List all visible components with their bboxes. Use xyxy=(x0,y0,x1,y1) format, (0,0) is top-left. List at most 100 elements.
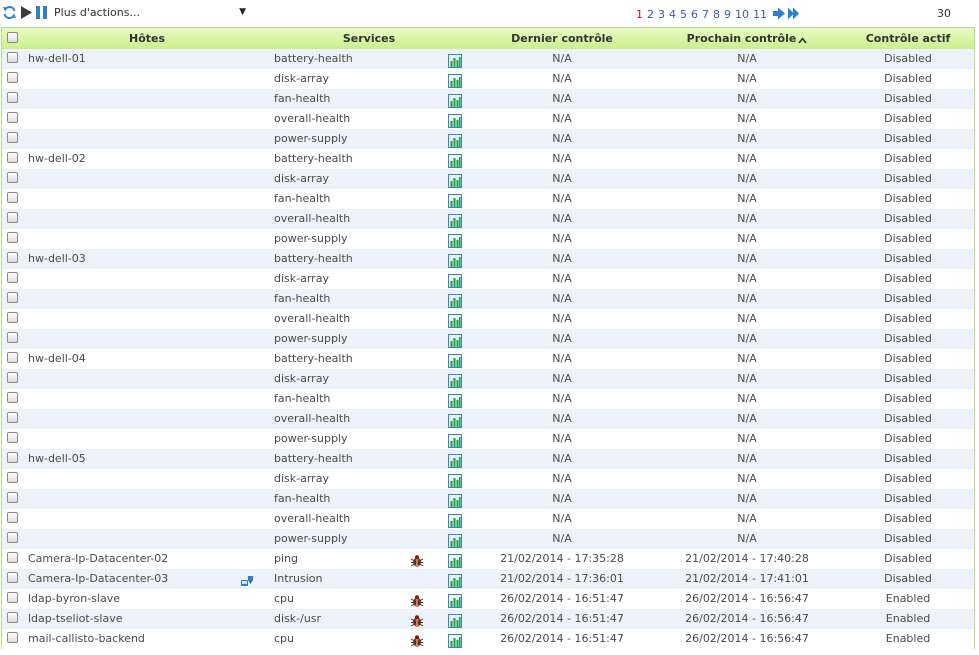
service-name[interactable]: fan-health xyxy=(274,89,330,109)
performance-graph-icon[interactable] xyxy=(448,589,462,609)
service-name[interactable]: disk-array xyxy=(274,269,329,289)
service-name[interactable]: disk-array xyxy=(274,169,329,189)
service-name[interactable]: Intrusion xyxy=(274,569,323,589)
performance-graph-icon[interactable] xyxy=(448,309,462,329)
service-name[interactable]: overall-health xyxy=(274,409,350,429)
acknowledged-bug-icon[interactable] xyxy=(410,629,424,649)
row-checkbox[interactable] xyxy=(7,52,18,63)
table-row[interactable]: ldap-byron-slave cpu 26/02/2014 - 16:51:47… xyxy=(2,589,974,609)
page-link-9[interactable]: 9 xyxy=(724,8,731,21)
host-action-icon[interactable] xyxy=(240,569,254,589)
row-checkbox[interactable] xyxy=(7,152,18,163)
table-row[interactable]: power-supply N/A N/A Disabled xyxy=(2,229,974,249)
page-link-3[interactable]: 3 xyxy=(658,8,665,21)
table-row[interactable]: overall-health N/A N/A Disabled xyxy=(2,509,974,529)
column-header-active-check[interactable]: Contrôle actif xyxy=(859,28,957,49)
host-name[interactable]: Camera-Ip-Datacenter-03 xyxy=(28,569,168,589)
service-name[interactable]: fan-health xyxy=(274,389,330,409)
performance-graph-icon[interactable] xyxy=(448,469,462,489)
more-actions-select[interactable]: Plus d'actions... ▼ xyxy=(52,4,248,21)
service-name[interactable]: battery-health xyxy=(274,149,353,169)
refresh-icon[interactable] xyxy=(2,5,17,20)
performance-graph-icon[interactable] xyxy=(448,89,462,109)
performance-graph-icon[interactable] xyxy=(448,169,462,189)
service-name[interactable]: cpu xyxy=(274,629,294,649)
performance-graph-icon[interactable] xyxy=(448,329,462,349)
last-page-icon[interactable] xyxy=(787,7,801,24)
service-name[interactable]: power-supply xyxy=(274,329,348,349)
next-page-icon[interactable] xyxy=(772,7,786,24)
row-checkbox[interactable] xyxy=(7,472,18,483)
row-checkbox[interactable] xyxy=(7,552,18,563)
acknowledged-bug-icon[interactable] xyxy=(410,589,424,609)
service-name[interactable]: disk-array xyxy=(274,469,329,489)
row-checkbox[interactable] xyxy=(7,452,18,463)
service-name[interactable]: disk-array xyxy=(274,369,329,389)
table-row[interactable]: disk-array N/A N/A Disabled xyxy=(2,469,974,489)
row-checkbox[interactable] xyxy=(7,312,18,323)
table-row[interactable]: power-supply N/A N/A Disabled xyxy=(2,329,974,349)
performance-graph-icon[interactable] xyxy=(448,389,462,409)
host-name[interactable]: hw-dell-01 xyxy=(28,49,86,69)
row-checkbox[interactable] xyxy=(7,532,18,543)
performance-graph-icon[interactable] xyxy=(448,509,462,529)
service-name[interactable]: cpu xyxy=(274,589,294,609)
table-row[interactable]: overall-health N/A N/A Disabled xyxy=(2,409,974,429)
performance-graph-icon[interactable] xyxy=(448,249,462,269)
service-name[interactable]: battery-health xyxy=(274,49,353,69)
table-row[interactable]: Camera-Ip-Datacenter-03 Intrusion 21/02/20… xyxy=(2,569,974,589)
table-row[interactable]: disk-array N/A N/A Disabled xyxy=(2,369,974,389)
row-checkbox[interactable] xyxy=(7,572,18,583)
performance-graph-icon[interactable] xyxy=(448,369,462,389)
page-link-1[interactable]: 1 xyxy=(636,8,643,21)
page-link-8[interactable]: 8 xyxy=(713,8,720,21)
performance-graph-icon[interactable] xyxy=(448,109,462,129)
performance-graph-icon[interactable] xyxy=(448,349,462,369)
performance-graph-icon[interactable] xyxy=(448,629,462,649)
row-checkbox[interactable] xyxy=(7,172,18,183)
host-name[interactable]: hw-dell-05 xyxy=(28,449,86,469)
row-checkbox[interactable] xyxy=(7,492,18,503)
per-page-select[interactable]: 30 xyxy=(937,7,951,21)
row-checkbox[interactable] xyxy=(7,412,18,423)
row-checkbox[interactable] xyxy=(7,332,18,343)
service-name[interactable]: overall-health xyxy=(274,109,350,129)
service-name[interactable]: power-supply xyxy=(274,229,348,249)
service-name[interactable]: disk-/usr xyxy=(274,609,321,629)
play-icon[interactable] xyxy=(19,5,34,20)
service-name[interactable]: disk-array xyxy=(274,69,329,89)
service-name[interactable]: overall-health xyxy=(274,309,350,329)
service-name[interactable]: ping xyxy=(274,549,298,569)
column-header-services[interactable]: Services xyxy=(274,28,464,49)
performance-graph-icon[interactable] xyxy=(448,409,462,429)
row-checkbox[interactable] xyxy=(7,112,18,123)
row-checkbox[interactable] xyxy=(7,352,18,363)
column-header-next-check[interactable]: Prochain contrôle xyxy=(667,28,827,49)
service-name[interactable]: overall-health xyxy=(274,209,350,229)
row-checkbox[interactable] xyxy=(7,432,18,443)
service-name[interactable]: battery-health xyxy=(274,449,353,469)
table-row[interactable]: disk-array N/A N/A Disabled xyxy=(2,269,974,289)
table-row[interactable]: disk-array N/A N/A Disabled xyxy=(2,69,974,89)
column-header-last-check[interactable]: Dernier contrôle xyxy=(488,28,636,49)
performance-graph-icon[interactable] xyxy=(448,269,462,289)
service-name[interactable]: power-supply xyxy=(274,429,348,449)
page-link-6[interactable]: 6 xyxy=(691,8,698,21)
row-checkbox[interactable] xyxy=(7,192,18,203)
performance-graph-icon[interactable] xyxy=(448,569,462,589)
service-name[interactable]: power-supply xyxy=(274,529,348,549)
table-row[interactable]: mail-callisto-backend cpu 26/02/2014 - 16:… xyxy=(2,629,974,649)
performance-graph-icon[interactable] xyxy=(448,289,462,309)
performance-graph-icon[interactable] xyxy=(448,49,462,69)
table-row[interactable]: hw-dell-02 battery-health N/A N/A Disabled xyxy=(2,149,974,169)
service-name[interactable]: fan-health xyxy=(274,489,330,509)
page-link-2[interactable]: 2 xyxy=(647,8,654,21)
table-row[interactable]: overall-health N/A N/A Disabled xyxy=(2,309,974,329)
service-name[interactable]: battery-health xyxy=(274,349,353,369)
performance-graph-icon[interactable] xyxy=(448,129,462,149)
performance-graph-icon[interactable] xyxy=(448,229,462,249)
performance-graph-icon[interactable] xyxy=(448,149,462,169)
table-row[interactable]: fan-health N/A N/A Disabled xyxy=(2,389,974,409)
performance-graph-icon[interactable] xyxy=(448,549,462,569)
page-link-11[interactable]: 11 xyxy=(753,8,767,21)
